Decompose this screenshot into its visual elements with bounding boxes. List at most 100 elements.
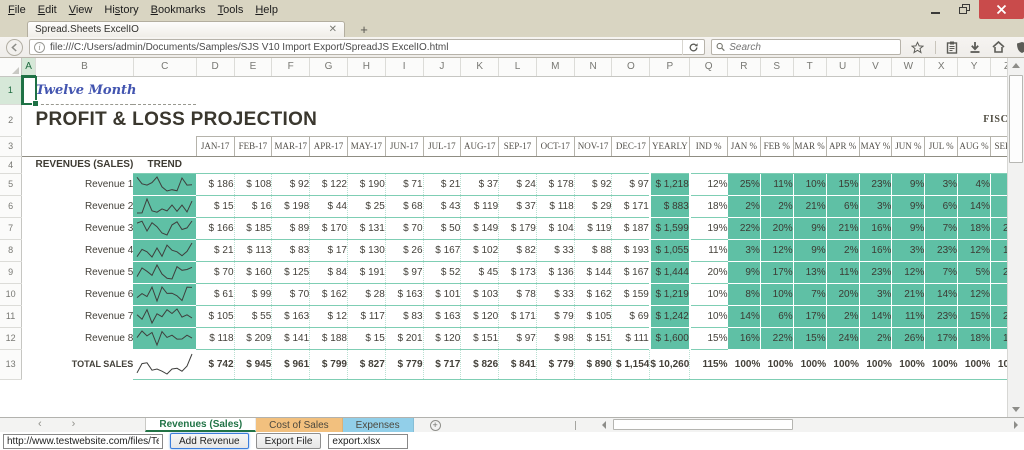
col-header-U[interactable]: U bbox=[826, 58, 859, 76]
horizontal-scrollbar[interactable] bbox=[598, 418, 1022, 432]
cell-H12[interactable]: $ 15 bbox=[347, 327, 385, 349]
browser-tab[interactable]: Spread.Sheets ExcelIO ✕ bbox=[27, 21, 345, 37]
pct-cell-X8[interactable]: 23% bbox=[925, 239, 958, 261]
cell-D8[interactable]: $ 21 bbox=[196, 239, 234, 261]
cell-A7[interactable] bbox=[22, 217, 36, 239]
pct-cell-V12[interactable]: 2% bbox=[859, 327, 892, 349]
revenue-label-7[interactable]: Revenue 7 bbox=[36, 305, 134, 327]
pct-cell-V6[interactable]: 3% bbox=[859, 195, 892, 217]
total-cell-I13[interactable]: $ 779 bbox=[385, 349, 423, 379]
cell-O5[interactable]: $ 97 bbox=[612, 173, 650, 195]
month-header-feb-[interactable]: FEB % bbox=[760, 136, 793, 156]
cell-D9[interactable]: $ 70 bbox=[196, 261, 234, 283]
pct-cell-X12[interactable]: 17% bbox=[925, 327, 958, 349]
cell-N8[interactable]: $ 88 bbox=[574, 239, 612, 261]
cell-L5[interactable]: $ 24 bbox=[499, 173, 537, 195]
cell-L7[interactable]: $ 179 bbox=[499, 217, 537, 239]
month-header-aug-17[interactable]: AUG-17 bbox=[461, 136, 499, 156]
ind-cell-12[interactable]: 15% bbox=[690, 327, 728, 349]
restore-icon[interactable] bbox=[950, 0, 979, 19]
cell-J11[interactable]: $ 163 bbox=[423, 305, 461, 327]
cell-J10[interactable]: $ 101 bbox=[423, 283, 461, 305]
cell-O10[interactable]: $ 159 bbox=[612, 283, 650, 305]
pct-cell-R8[interactable]: 3% bbox=[728, 239, 761, 261]
cell-K11[interactable]: $ 120 bbox=[461, 305, 499, 327]
pct-cell-U8[interactable]: 2% bbox=[826, 239, 859, 261]
pct-cell-Y10[interactable]: 12% bbox=[958, 283, 991, 305]
col-header-E[interactable]: E bbox=[234, 58, 272, 76]
tabstrip-splitter[interactable] bbox=[575, 421, 577, 430]
shield-icon[interactable] bbox=[1016, 41, 1024, 54]
total-cell-H13[interactable]: $ 827 bbox=[347, 349, 385, 379]
pct-cell-T9[interactable]: 13% bbox=[793, 261, 826, 283]
col-header-S[interactable]: S bbox=[760, 58, 793, 76]
vscroll-thumb[interactable] bbox=[1009, 75, 1023, 163]
pct-cell-R9[interactable]: 9% bbox=[728, 261, 761, 283]
month-header-ind-[interactable]: IND % bbox=[690, 136, 728, 156]
ind-cell-8[interactable]: 11% bbox=[690, 239, 728, 261]
col-header-D[interactable]: D bbox=[196, 58, 234, 76]
cell-D11[interactable]: $ 105 bbox=[196, 305, 234, 327]
col-header-J[interactable]: J bbox=[423, 58, 461, 76]
row-header-11[interactable]: 11 bbox=[0, 305, 22, 327]
col-header-N[interactable]: N bbox=[574, 58, 612, 76]
cell-E6[interactable]: $ 16 bbox=[234, 195, 272, 217]
cell-A1[interactable] bbox=[22, 76, 36, 104]
pct-cell-T12[interactable]: 15% bbox=[793, 327, 826, 349]
cell-M5[interactable]: $ 178 bbox=[536, 173, 574, 195]
trend-cell-revenue-2[interactable] bbox=[133, 195, 196, 217]
doc-title-cell[interactable]: PROFIT & LOSS PROJECTION bbox=[36, 104, 424, 136]
cell-F10[interactable]: $ 70 bbox=[272, 283, 310, 305]
pct-cell-S5[interactable]: 11% bbox=[760, 173, 793, 195]
sheet-nav-prev-icon[interactable]: ‹ bbox=[34, 418, 46, 432]
month-header-jun-[interactable]: JUN % bbox=[892, 136, 925, 156]
doc-subtitle-cell[interactable]: Twelve Month bbox=[36, 76, 197, 104]
cell-E5[interactable]: $ 108 bbox=[234, 173, 272, 195]
cell-H9[interactable]: $ 191 bbox=[347, 261, 385, 283]
back-button[interactable] bbox=[6, 39, 23, 56]
month-header-dec-17[interactable]: DEC-17 bbox=[612, 136, 650, 156]
cell-J12[interactable]: $ 120 bbox=[423, 327, 461, 349]
yearly-cell-12[interactable]: $ 1,600 bbox=[650, 327, 690, 349]
trend-cell-revenue-7[interactable] bbox=[133, 305, 196, 327]
ind-cell-5[interactable]: 12% bbox=[690, 173, 728, 195]
select-all-corner[interactable] bbox=[0, 58, 22, 76]
revenue-label-1[interactable]: Revenue 1 bbox=[36, 173, 134, 195]
cell-F5[interactable]: $ 92 bbox=[272, 173, 310, 195]
revenue-label-5[interactable]: Revenue 5 bbox=[36, 261, 134, 283]
trend-cell-revenue-3[interactable] bbox=[133, 217, 196, 239]
pct-cell-V7[interactable]: 16% bbox=[859, 217, 892, 239]
trend-cell-revenue-6[interactable] bbox=[133, 283, 196, 305]
pct-cell-U5[interactable]: 15% bbox=[826, 173, 859, 195]
cell-N12[interactable]: $ 151 bbox=[574, 327, 612, 349]
cell-I12[interactable]: $ 201 bbox=[385, 327, 423, 349]
total-pct-cell-Y13[interactable]: 100% bbox=[958, 349, 991, 379]
cell-N7[interactable]: $ 119 bbox=[574, 217, 612, 239]
ind-cell-10[interactable]: 10% bbox=[690, 283, 728, 305]
url-bar[interactable]: i file:///C:/Users/admin/Documents/Sampl… bbox=[29, 39, 705, 55]
cell-F12[interactable]: $ 141 bbox=[272, 327, 310, 349]
cell-N6[interactable]: $ 29 bbox=[574, 195, 612, 217]
pct-cell-U12[interactable]: 24% bbox=[826, 327, 859, 349]
cell-A3[interactable] bbox=[22, 136, 36, 156]
pct-cell-W6[interactable]: 9% bbox=[892, 195, 925, 217]
cell-O11[interactable]: $ 69 bbox=[612, 305, 650, 327]
pct-cell-Y12[interactable]: 18% bbox=[958, 327, 991, 349]
total-trend-cell[interactable] bbox=[133, 349, 196, 379]
month-header-jan-17[interactable]: JAN-17 bbox=[196, 136, 234, 156]
cell-E7[interactable]: $ 185 bbox=[234, 217, 272, 239]
row2-blank[interactable] bbox=[423, 104, 925, 136]
cell-K7[interactable]: $ 149 bbox=[461, 217, 499, 239]
row4-blank[interactable] bbox=[196, 156, 1023, 173]
pct-cell-Y8[interactable]: 12% bbox=[958, 239, 991, 261]
total-cell-G13[interactable]: $ 799 bbox=[310, 349, 348, 379]
pct-cell-S10[interactable]: 10% bbox=[760, 283, 793, 305]
row-header-7[interactable]: 7 bbox=[0, 217, 22, 239]
pct-cell-W5[interactable]: 9% bbox=[892, 173, 925, 195]
ind-cell-6[interactable]: 18% bbox=[690, 195, 728, 217]
hscroll-left-arrow-icon[interactable] bbox=[598, 418, 611, 432]
menu-view[interactable]: View bbox=[63, 1, 99, 19]
col-header-A[interactable]: A bbox=[22, 58, 36, 76]
total-cell-F13[interactable]: $ 961 bbox=[272, 349, 310, 379]
trend-label[interactable]: TREND bbox=[133, 156, 196, 173]
